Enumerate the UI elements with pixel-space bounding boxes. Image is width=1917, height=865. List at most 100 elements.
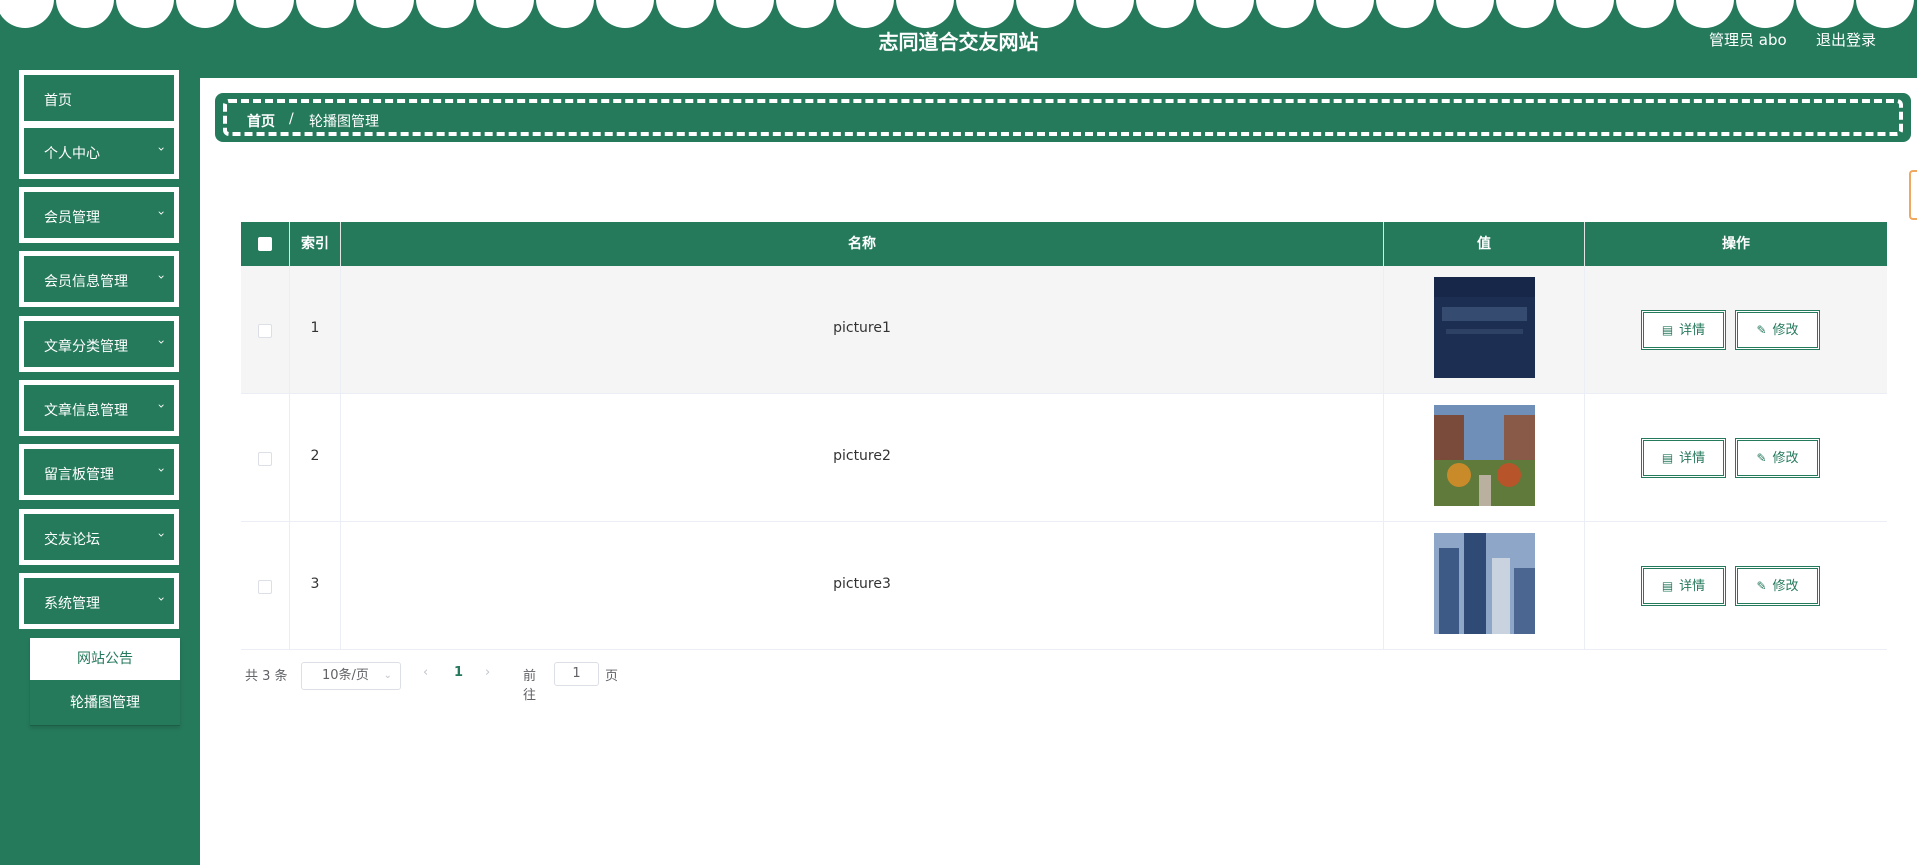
- admin-username: 管理员 abo: [1709, 31, 1787, 49]
- document-icon: ▤: [1661, 579, 1674, 593]
- row-name: picture2: [833, 448, 891, 464]
- sidebar-item-label: 交友论坛: [44, 532, 100, 548]
- sidebar-item-personal-center[interactable]: 个人中心 ›: [19, 123, 179, 179]
- actions-cell: ▤ 详情 ✎ 修改: [1585, 394, 1887, 522]
- column-header-value: 值: [1384, 222, 1585, 266]
- chevron-down-icon: ›: [154, 146, 169, 152]
- row-select-cell: [241, 266, 290, 394]
- sidebar-item-forum[interactable]: 交友论坛 ›: [19, 509, 179, 565]
- pencil-icon: ✎: [1756, 579, 1767, 593]
- pencil-icon: ✎: [1756, 323, 1767, 337]
- sidebar-item-member-info[interactable]: 会员信息管理 ›: [19, 251, 179, 307]
- next-page-icon[interactable]: ›: [485, 665, 490, 680]
- edit-button[interactable]: ✎ 修改: [1735, 310, 1820, 350]
- row-select-cell: [241, 394, 290, 522]
- edit-button[interactable]: ✎ 修改: [1735, 438, 1820, 478]
- sidebar-item-label: 文章分类管理: [44, 339, 128, 355]
- document-icon: ▤: [1661, 451, 1674, 465]
- breadcrumb-current: 轮播图管理: [309, 114, 379, 130]
- carousel-image-thumbnail[interactable]: [1434, 277, 1535, 378]
- pagination-total: 共 3 条: [245, 669, 288, 684]
- value-cell: [1384, 394, 1585, 522]
- detail-button[interactable]: ▤ 详情: [1641, 310, 1726, 350]
- name-cell: picture3: [341, 522, 1384, 650]
- sidebar: 首页 个人中心 › 会员管理 › 会员信息管理 › 文章分类管理 › 文章信息管…: [0, 70, 200, 865]
- row-index: 3: [310, 576, 320, 592]
- edit-button-label: 修改: [1772, 323, 1799, 338]
- row-select-cell: [241, 522, 290, 650]
- page-size-select[interactable]: 10条/页 ⌄: [301, 662, 401, 690]
- select-all-checkbox[interactable]: [258, 237, 272, 251]
- submenu-item-announcement[interactable]: 网站公告: [30, 638, 180, 680]
- top-header: 志同道合交友网站 管理员 abo 退出登录: [0, 0, 1917, 78]
- edit-button[interactable]: ✎ 修改: [1735, 566, 1820, 606]
- column-header-name: 名称: [341, 222, 1384, 266]
- row-name: picture1: [833, 320, 891, 336]
- logout-link[interactable]: 退出登录: [1816, 29, 1876, 50]
- goto-label: 前往: [523, 669, 537, 703]
- row-name: picture3: [833, 576, 891, 592]
- carousel-image-thumbnail[interactable]: [1434, 533, 1535, 634]
- sidebar-item-label: 首页: [44, 93, 72, 109]
- table-header: 索引 名称 值 操作: [241, 222, 1887, 266]
- value-cell: [1384, 266, 1585, 394]
- sidebar-item-label: 会员管理: [44, 210, 100, 226]
- breadcrumb-frame: 首页 / 轮播图管理: [223, 99, 1903, 136]
- side-scroll-tab[interactable]: [1909, 170, 1917, 220]
- sidebar-item-label: 系统管理: [44, 596, 100, 612]
- document-icon: ▤: [1661, 323, 1674, 337]
- detail-button-label: 详情: [1679, 579, 1706, 594]
- chevron-down-icon: ›: [154, 210, 169, 216]
- index-cell: 2: [290, 394, 341, 522]
- detail-button-label: 详情: [1679, 323, 1706, 338]
- row-checkbox[interactable]: [258, 580, 272, 594]
- edit-button-label: 修改: [1772, 579, 1799, 594]
- index-cell: 1: [290, 266, 341, 394]
- sidebar-item-label: 会员信息管理: [44, 274, 128, 290]
- sidebar-item-label: 文章信息管理: [44, 403, 128, 419]
- row-checkbox[interactable]: [258, 452, 272, 466]
- detail-button[interactable]: ▤ 详情: [1641, 438, 1726, 478]
- carousel-image-thumbnail[interactable]: [1434, 405, 1535, 506]
- page-size-value: 10条/页: [322, 668, 369, 683]
- edit-button-label: 修改: [1772, 451, 1799, 466]
- sidebar-item-label: 留言板管理: [44, 467, 114, 483]
- page-number-current[interactable]: 1: [454, 665, 463, 680]
- sidebar-item-label: 个人中心: [44, 146, 100, 162]
- system-submenu: 网站公告 轮播图管理: [30, 638, 180, 726]
- table-row: 2 picture2 ▤ 详情 ✎ 修改: [241, 394, 1887, 522]
- submenu-item-carousel[interactable]: 轮播图管理: [30, 682, 180, 724]
- chevron-down-icon: ›: [154, 274, 169, 280]
- chevron-down-icon: ›: [154, 467, 169, 473]
- index-cell: 3: [290, 522, 341, 650]
- header-select-all: [241, 222, 290, 266]
- row-index: 1: [310, 320, 320, 336]
- sidebar-item-system-management[interactable]: 系统管理 ›: [19, 573, 179, 629]
- detail-button[interactable]: ▤ 详情: [1641, 566, 1726, 606]
- sidebar-item-home[interactable]: 首页: [19, 70, 179, 126]
- detail-button-label: 详情: [1679, 451, 1706, 466]
- column-header-index: 索引: [290, 222, 341, 266]
- table-row: 1 picture1 ▤ 详情 ✎ 修改: [241, 266, 1887, 394]
- chevron-down-icon: ›: [154, 339, 169, 345]
- chevron-down-icon: ›: [154, 596, 169, 602]
- table-row: 3 picture3 ▤ 详情 ✎ 修改: [241, 522, 1887, 650]
- breadcrumb-home[interactable]: 首页: [247, 111, 275, 131]
- prev-page-icon[interactable]: ‹: [423, 665, 428, 680]
- sidebar-item-member-management[interactable]: 会员管理 ›: [19, 187, 179, 243]
- name-cell: picture1: [341, 266, 1384, 394]
- sidebar-item-article-info[interactable]: 文章信息管理 ›: [19, 380, 179, 436]
- breadcrumb-separator: /: [289, 111, 294, 127]
- column-header-actions: 操作: [1722, 236, 1750, 252]
- goto-page-input[interactable]: 1: [554, 662, 599, 686]
- chevron-down-icon: ⌄: [383, 670, 392, 681]
- site-title: 志同道合交友网站: [878, 30, 1039, 54]
- row-checkbox[interactable]: [258, 324, 272, 338]
- sidebar-item-article-category[interactable]: 文章分类管理 ›: [19, 316, 179, 372]
- chevron-down-icon: ›: [154, 532, 169, 538]
- chevron-down-icon: ›: [154, 403, 169, 409]
- actions-cell: ▤ 详情 ✎ 修改: [1585, 266, 1887, 394]
- sidebar-item-message-board[interactable]: 留言板管理 ›: [19, 444, 179, 500]
- value-cell: [1384, 522, 1585, 650]
- name-cell: picture2: [341, 394, 1384, 522]
